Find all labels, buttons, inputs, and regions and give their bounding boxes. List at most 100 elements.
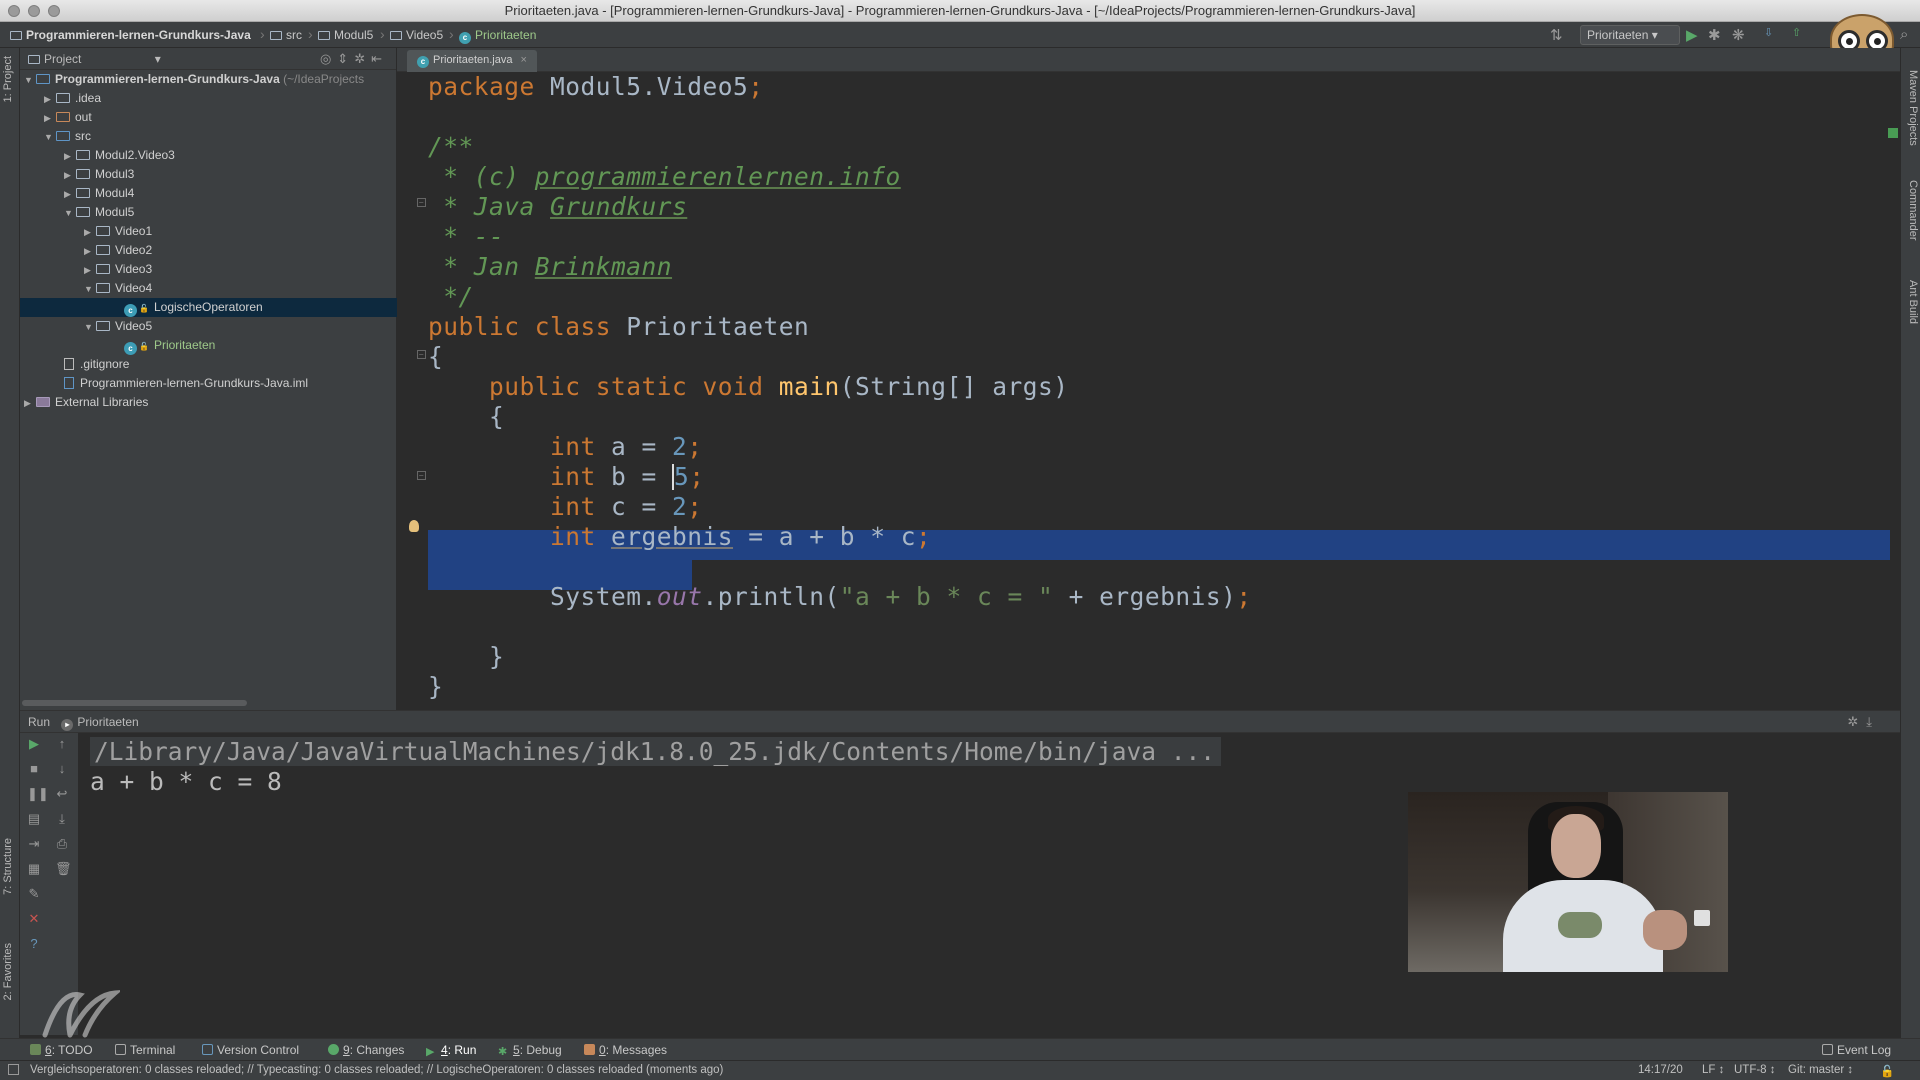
close-icon[interactable]: ✕	[27, 912, 41, 926]
soft-wrap-icon[interactable]: ↩	[55, 787, 69, 801]
tree-item-modul5[interactable]: ▼ Modul5	[20, 203, 397, 222]
vcs-update-icon[interactable]: ⇩	[1764, 26, 1773, 39]
editor-vertical-scrollbar[interactable]	[1888, 72, 1898, 708]
gear-icon[interactable]: ✲	[354, 51, 371, 66]
tree-item-idea[interactable]: ▶ .idea	[20, 89, 397, 108]
commander-tab[interactable]: Commander	[1903, 180, 1919, 241]
code-token: 2	[672, 432, 688, 461]
tab-terminal[interactable]: Terminal	[115, 1043, 175, 1057]
tree-item-project-root[interactable]: ▼ Programmieren-lernen-Grundkurs-Java (~/…	[20, 70, 397, 89]
pause-icon[interactable]: ❚❚	[27, 787, 49, 801]
caret-position[interactable]: 14:17/20	[1638, 1064, 1683, 1076]
code-token: * Java	[428, 192, 551, 221]
fold-marker-icon[interactable]: –	[417, 471, 426, 480]
hide-panel-icon[interactable]: ⇤	[371, 51, 388, 66]
scroll-to-end-icon[interactable]: ⤓	[55, 812, 69, 826]
lightbulb-icon[interactable]	[409, 520, 419, 532]
tool-windows-toggle-icon[interactable]	[8, 1064, 19, 1075]
run-config-icon: ▸	[61, 719, 74, 731]
tree-item-gitignore[interactable]: .gitignore	[20, 355, 397, 374]
tree-item-src[interactable]: ▼ src	[20, 127, 397, 146]
breadcrumb-src[interactable]: src	[270, 28, 302, 42]
tree-item-iml[interactable]: Programmieren-lernen-Grundkurs-Java.iml	[20, 374, 397, 393]
tool-window-bar: 6: TODO Terminal Version Control 9: Chan…	[0, 1038, 1920, 1060]
down-arrow-icon[interactable]: ↓	[55, 762, 69, 776]
rerun-icon[interactable]: ▶	[27, 737, 41, 751]
encoding-select[interactable]: UTF-8 ↕	[1734, 1064, 1776, 1076]
tree-item-modul2-video3[interactable]: ▶ Modul2.Video3	[20, 146, 397, 165]
favorites-tool-tab[interactable]: 2: Favorites	[2, 943, 18, 1000]
event-log-button[interactable]: Event Log	[1822, 1043, 1891, 1057]
tree-item-external-libraries[interactable]: ▶ External Libraries	[20, 393, 397, 412]
gear-icon[interactable]: ✲	[1847, 714, 1866, 729]
breadcrumb-prioritaeten[interactable]: c Prioritaeten	[459, 28, 536, 44]
code-area[interactable]: – – – – package Modul5.Video5; /** * (c)…	[397, 72, 1900, 710]
target-icon[interactable]: ◎	[320, 51, 337, 66]
console-command-line[interactable]: /Library/Java/JavaVirtualMachines/jdk1.8…	[90, 737, 1222, 766]
structure-tool-tab[interactable]: 7: Structure	[2, 838, 18, 895]
maven-projects-tab[interactable]: Maven Projects	[1903, 70, 1919, 146]
tree-item-video4[interactable]: ▼ Video4	[20, 279, 397, 298]
tab-messages[interactable]: 0: Messages	[584, 1043, 667, 1057]
run-icon[interactable]: ▶	[1686, 26, 1698, 44]
tree-item-out[interactable]: ▶ out	[20, 108, 397, 127]
coverage-icon[interactable]: ❋	[1732, 26, 1745, 44]
tree-item-modul3[interactable]: ▶ Modul3	[20, 165, 397, 184]
tree-item-prioritaeten[interactable]: c 🔓 Prioritaeten	[20, 336, 397, 355]
layout-icon[interactable]: ▦	[27, 862, 41, 876]
code-line-15: int c = 2;	[428, 492, 703, 522]
breadcrumb-modul5[interactable]: Modul5	[318, 28, 373, 42]
stop-icon[interactable]: ■	[27, 762, 41, 776]
tree-item-video1[interactable]: ▶ Video1	[20, 222, 397, 241]
debug-icon[interactable]: ✱	[1708, 26, 1721, 44]
project-horizontal-scrollbar[interactable]	[22, 700, 247, 706]
exit-icon[interactable]: ⇥	[27, 837, 41, 851]
project-panel-title[interactable]: Project	[44, 52, 81, 66]
collapse-icon[interactable]: ⇕	[337, 51, 354, 66]
hide-panel-icon[interactable]: ⤓	[1866, 714, 1880, 729]
editor-tab-prioritaeten[interactable]: c Prioritaeten.java ×	[407, 50, 537, 72]
ant-build-tab[interactable]: Ant Build	[1903, 280, 1919, 324]
structure-icon[interactable]: ⇅	[1550, 26, 1563, 44]
dump-threads-icon[interactable]: ▤	[27, 812, 41, 826]
tree-item-video2[interactable]: ▶ Video2	[20, 241, 397, 260]
breadcrumb-video5[interactable]: Video5	[390, 28, 443, 42]
code-token: out	[656, 582, 703, 611]
close-tab-icon[interactable]: ×	[521, 54, 527, 66]
tree-item-modul4[interactable]: ▶ Modul4	[20, 184, 397, 203]
up-arrow-icon[interactable]: ↑	[55, 737, 69, 751]
search-icon[interactable]: ⌕	[1900, 26, 1908, 43]
channel-watermark-logo	[40, 985, 123, 1040]
chevron-right-icon: ▶	[64, 151, 71, 161]
help-icon[interactable]: ?	[27, 937, 41, 951]
project-tool-tab[interactable]: 1: Project	[2, 56, 18, 102]
tree-item-video5[interactable]: ▼ Video5	[20, 317, 397, 336]
tab-changes[interactable]: 9: Changes	[328, 1043, 404, 1057]
tab-run[interactable]: ▶ 4: Run	[426, 1043, 477, 1058]
lock-icon[interactable]: 🔓	[1880, 1064, 1894, 1078]
status-message[interactable]: Vergleichsoperatoren: 0 classes reloaded…	[30, 1064, 723, 1076]
line-separator-select[interactable]: LF ↕	[1702, 1064, 1724, 1076]
console-output[interactable]: /Library/Java/JavaVirtualMachines/jdk1.8…	[90, 737, 1222, 797]
tab-debug[interactable]: ✱ 5: Debug	[498, 1043, 562, 1058]
tab-version-control[interactable]: Version Control	[202, 1043, 299, 1057]
run-config-tab[interactable]: Prioritaeten	[77, 715, 138, 729]
tree-item-video3[interactable]: ▶ Video3	[20, 260, 397, 279]
git-branch-select[interactable]: Git: master ↕	[1788, 1064, 1853, 1076]
tab-todo[interactable]: 6: TODO	[30, 1043, 93, 1057]
breadcrumb-project[interactable]: Programmieren-lernen-Grundkurs-Java	[10, 28, 251, 42]
chevron-down-icon[interactable]: ▾	[155, 52, 161, 66]
webcam-cup	[1694, 910, 1710, 926]
folder-icon	[318, 31, 330, 40]
pin-icon[interactable]: ✎	[27, 887, 41, 901]
tree-item-logischeoperatoren[interactable]: c 🔓 LogischeOperatoren	[20, 298, 397, 317]
run-configuration-select[interactable]: Prioritaeten ▾	[1580, 25, 1680, 45]
trash-icon[interactable]: 🗑	[55, 862, 72, 876]
fold-marker-icon[interactable]: –	[417, 198, 426, 207]
vcs-commit-icon[interactable]: ⇧	[1792, 26, 1801, 39]
print-icon[interactable]: ⎙	[55, 837, 69, 851]
fold-marker-icon[interactable]: –	[417, 350, 426, 359]
tree-item-label: External Libraries	[55, 395, 149, 409]
tab-label: : Run	[447, 1043, 477, 1057]
code-line-12: {	[428, 402, 505, 431]
